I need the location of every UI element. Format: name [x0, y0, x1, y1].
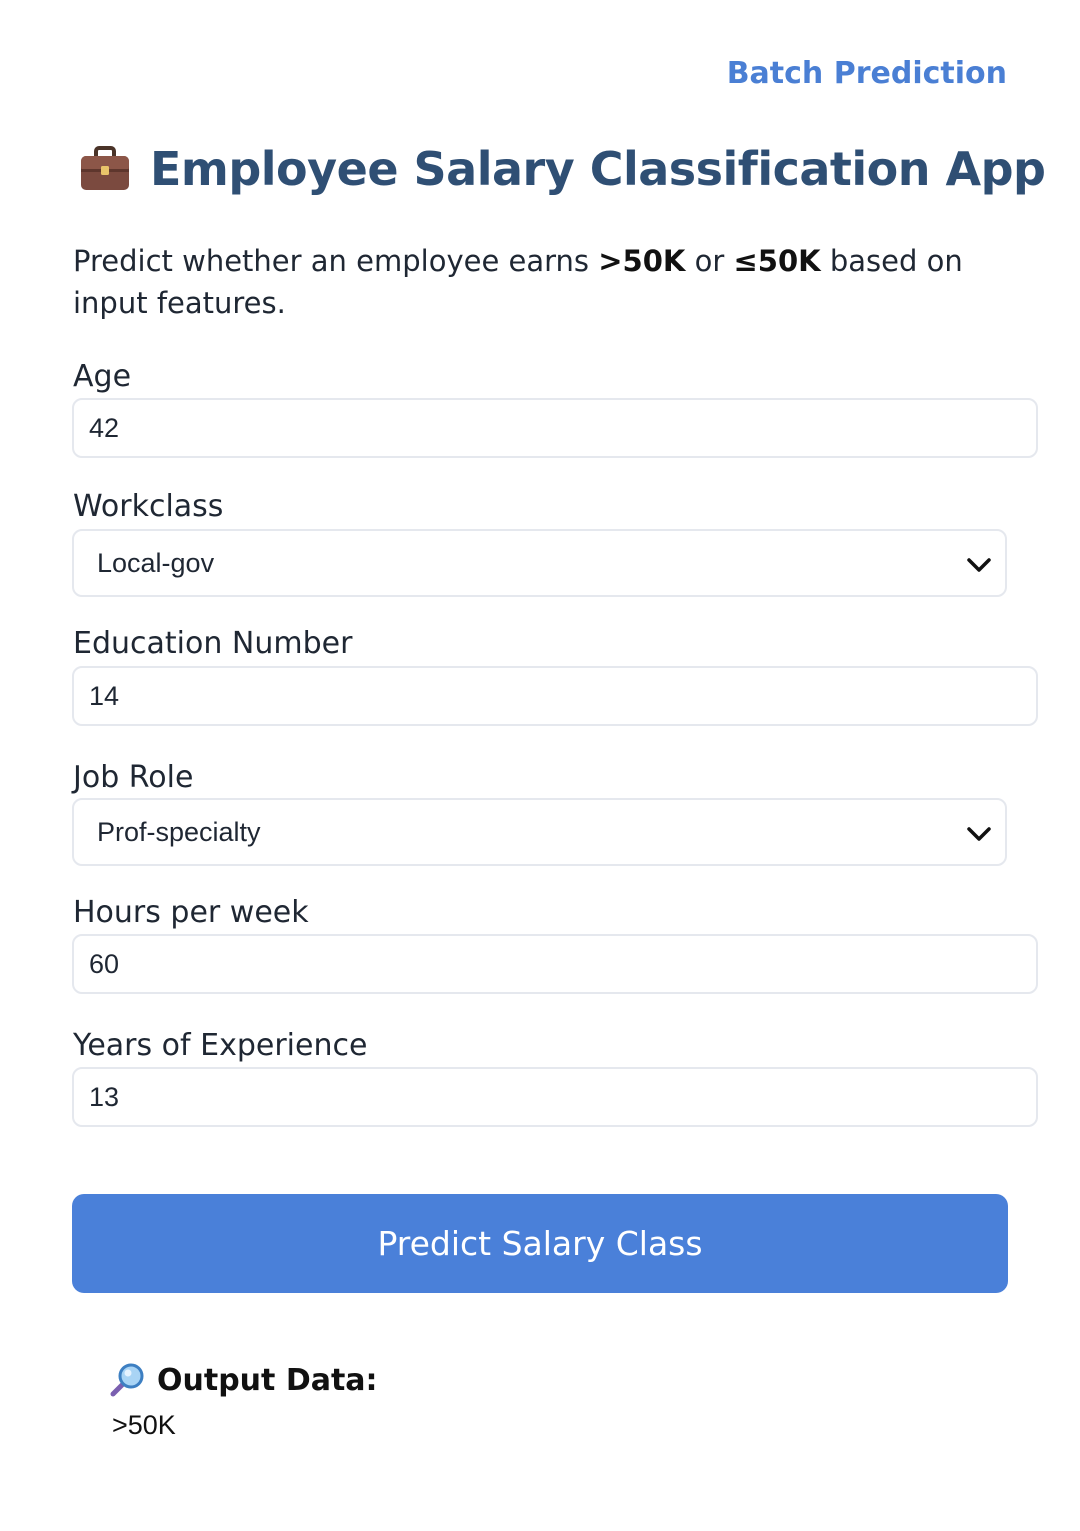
page-description: Predict whether an employee earns >50K o… — [73, 240, 1013, 324]
job-role-label: Job Role — [73, 760, 194, 795]
page-header: Employee Salary Classification App — [78, 142, 1046, 196]
experience-input[interactable] — [72, 1067, 1038, 1127]
education-label: Education Number — [73, 626, 353, 661]
job-role-select[interactable]: Prof-specialty — [72, 798, 1007, 866]
age-label: Age — [73, 359, 132, 394]
magnifier-icon — [110, 1363, 144, 1397]
chevron-down-icon — [967, 558, 991, 572]
hours-label: Hours per week — [73, 895, 309, 930]
predict-salary-button[interactable]: Predict Salary Class — [72, 1194, 1008, 1293]
description-high-class: >50K — [598, 244, 686, 278]
output-value: >50K — [112, 1410, 176, 1440]
chevron-down-icon — [967, 827, 991, 841]
experience-label: Years of Experience — [73, 1028, 368, 1063]
job-role-selected-value: Prof-specialty — [97, 816, 261, 847]
batch-prediction-link[interactable]: Batch Prediction — [727, 56, 1007, 91]
output-heading: Output Data: — [157, 1362, 378, 1398]
briefcase-icon — [81, 146, 129, 190]
education-input[interactable] — [72, 666, 1038, 726]
age-input[interactable] — [72, 398, 1038, 458]
description-text: or — [685, 244, 734, 278]
description-low-class: ≤50K — [733, 244, 821, 278]
workclass-select[interactable]: Local-gov — [72, 529, 1007, 597]
output-header: Output Data: — [109, 1362, 378, 1398]
description-text: Predict whether an employee earns — [73, 244, 599, 278]
page-title: Employee Salary Classification App — [150, 142, 1046, 196]
workclass-label: Workclass — [73, 489, 224, 524]
workclass-selected-value: Local-gov — [97, 547, 215, 578]
hours-input[interactable] — [72, 934, 1038, 994]
